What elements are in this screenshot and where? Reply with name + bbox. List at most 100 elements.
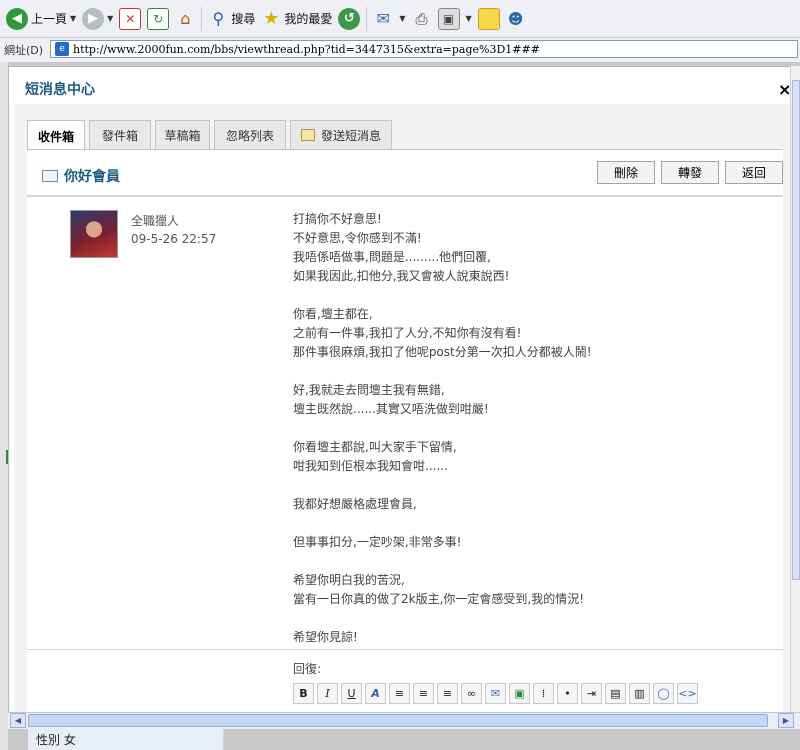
left-strip (0, 62, 8, 750)
search-label: 搜尋 (231, 12, 256, 26)
message-line: 好,我就走去問壇主我有無錯, (293, 383, 445, 397)
message-line: 當有一日你真的做了2k版主,你一定會感受到,我的情況! (293, 592, 585, 606)
message-line (293, 286, 773, 305)
message-line (293, 419, 773, 438)
back-arrow-icon: ◀ (6, 7, 28, 30)
history-icon[interactable]: ↺ (338, 7, 361, 30)
message-line: 那件事很麻煩,我扣了他呢post分第一次扣人分都被人鬧! (293, 345, 592, 359)
unordered-list-icon[interactable]: • (557, 683, 578, 704)
email-icon[interactable]: ✉ (485, 683, 506, 704)
return-button[interactable]: 返回 (725, 161, 783, 184)
home-icon[interactable]: ⌂ (175, 9, 195, 29)
dropdown-arrow-icon[interactable]: ▼ (107, 14, 113, 23)
section-divider (27, 195, 783, 197)
message-line: 打搞你不好意思! (293, 212, 382, 226)
source-code-icon[interactable]: <> (677, 683, 698, 704)
tab-send-message[interactable]: 發送短消息 (290, 120, 392, 149)
avatar[interactable] (70, 210, 118, 258)
address-input[interactable]: e http://www.2000fun.com/bbs/viewthread.… (50, 40, 798, 58)
dropdown-arrow-icon[interactable]: ▼ (466, 14, 472, 23)
message-line: 希望你明白我的苦況, (293, 573, 405, 587)
search-icon: ⚲ (212, 9, 225, 28)
ordered-list-icon[interactable]: ⁞ (533, 683, 554, 704)
page-icon: e (55, 42, 69, 56)
tab-label: 忽略列表 (225, 128, 274, 143)
message-body: 打搞你不好意思! 不好意思,令你感到不滿! 我唔係唔做事,問題是.........他… (293, 210, 773, 647)
delete-button[interactable]: 刪除 (597, 161, 655, 184)
tab-inbox[interactable]: 收件箱 (27, 120, 85, 151)
font-color-icon[interactable]: A (365, 683, 386, 704)
message-line: 壇主既然說......其實又唔洗做到咁嚴! (293, 402, 489, 416)
indent-icon[interactable]: ⇥ (581, 683, 602, 704)
section-header: 你好會員 (42, 166, 120, 186)
dropdown-arrow-icon[interactable]: ▼ (70, 14, 76, 23)
tab-outbox[interactable]: 發件箱 (89, 120, 151, 149)
notes-icon[interactable] (477, 7, 500, 30)
align-left-icon[interactable]: ≡ (389, 683, 410, 704)
code-block-icon[interactable]: ▥ (629, 683, 650, 704)
print-icon[interactable]: ⎙ (412, 9, 432, 29)
tab-ignore-list[interactable]: 忽略列表 (214, 120, 286, 149)
message-line (293, 552, 773, 571)
reply-label: 回復: (293, 662, 322, 676)
message-line: 之前有一件事,我扣了人分,不知你有沒有看! (293, 326, 522, 340)
address-url: http://www.2000fun.com/bbs/viewthread.ph… (73, 42, 540, 56)
message-line: 但事事扣分,一定吵架,非常多事! (293, 535, 462, 549)
scroll-left-icon[interactable]: ◀ (10, 713, 26, 728)
mail-icon[interactable]: ✉ (373, 9, 393, 29)
vertical-scroll-thumb[interactable] (792, 80, 800, 580)
message-line: 希望你見諒! (293, 630, 358, 644)
italic-icon[interactable]: I (317, 683, 338, 704)
message-line: 我唔係唔做事,問題是.........他們回覆, (293, 250, 491, 264)
tab-drafts[interactable]: 草稿箱 (155, 120, 210, 149)
message-line (293, 362, 773, 381)
browser-toolbar: ◀ 上一頁 ▼ ▶ ▼ ✕ ↻ ⌂ ⚲ 搜尋 ★ 我的最愛 ↺ ✉ ▼ ⎙ ▣ … (0, 0, 800, 38)
search-button[interactable]: ⚲ 搜尋 (208, 9, 255, 29)
edit-icon[interactable]: ▣ (437, 7, 460, 30)
align-right-icon[interactable]: ≡ (437, 683, 458, 704)
dropdown-arrow-icon[interactable]: ▼ (399, 14, 405, 23)
message-line (293, 609, 773, 628)
envelope-icon (42, 170, 58, 182)
link-icon[interactable]: ∞ (461, 683, 482, 704)
message-line: 不好意思,令你感到不滿! (293, 231, 422, 245)
tab-label: 發件箱 (101, 128, 138, 143)
message-line: 咁我知到佢根本我知會咁...... (293, 459, 448, 473)
back-button[interactable]: ◀ 上一頁 ▼ (6, 7, 76, 30)
sender-name[interactable]: 全職獵人 (131, 212, 179, 229)
message-line: 如果我因此,扣他分,我又會被人說東說西! (293, 269, 510, 283)
tab-label: 草稿箱 (164, 128, 201, 143)
dialog-title: 短消息中心 (25, 82, 95, 98)
section-title: 你好會員 (64, 169, 120, 185)
message-line (293, 476, 773, 495)
image-icon[interactable]: ▣ (509, 683, 530, 704)
quote-icon[interactable]: ▤ (605, 683, 626, 704)
forward-arrow-icon: ▶ (82, 7, 105, 30)
smiley-icon[interactable]: ◯ (653, 683, 674, 704)
back-label: 上一頁 (31, 12, 68, 26)
forward-message-button[interactable]: 轉發 (661, 161, 719, 184)
horizontal-scroll-thumb[interactable] (28, 714, 768, 727)
reply-divider (27, 649, 783, 650)
star-icon: ★ (263, 8, 280, 29)
message-line: 我都好想嚴格處理會員, (293, 497, 417, 511)
address-label: 網址(D) (4, 44, 44, 57)
scroll-right-icon[interactable]: ▶ (778, 713, 794, 728)
tab-divider (27, 149, 783, 150)
underline-icon[interactable]: U (341, 683, 362, 704)
message-date: 09-5-26 22:57 (131, 232, 217, 246)
stop-icon[interactable]: ✕ (119, 7, 142, 30)
message-line: 你看壇主都說,叫大家手下留情, (293, 440, 457, 454)
messenger-icon[interactable]: ☻ (506, 9, 526, 29)
message-line (293, 514, 773, 533)
tab-label: 收件箱 (37, 129, 74, 144)
favorites-label: 我的最愛 (284, 12, 333, 26)
profile-gender: 性別 女 (36, 733, 76, 747)
tab-label: 發送短消息 (320, 128, 381, 143)
align-center-icon[interactable]: ≡ (413, 683, 434, 704)
refresh-icon[interactable]: ↻ (147, 7, 170, 30)
editor-toolbar: B I U A ≡ ≡ ≡ ∞ ✉ ▣ ⁞ • ⇥ ▤ ▥ ◯ <> (293, 683, 698, 704)
favorites-button[interactable]: ★ 我的最愛 (261, 8, 333, 29)
forward-button[interactable]: ▶ ▼ (82, 7, 113, 30)
bold-icon[interactable]: B (293, 683, 314, 704)
